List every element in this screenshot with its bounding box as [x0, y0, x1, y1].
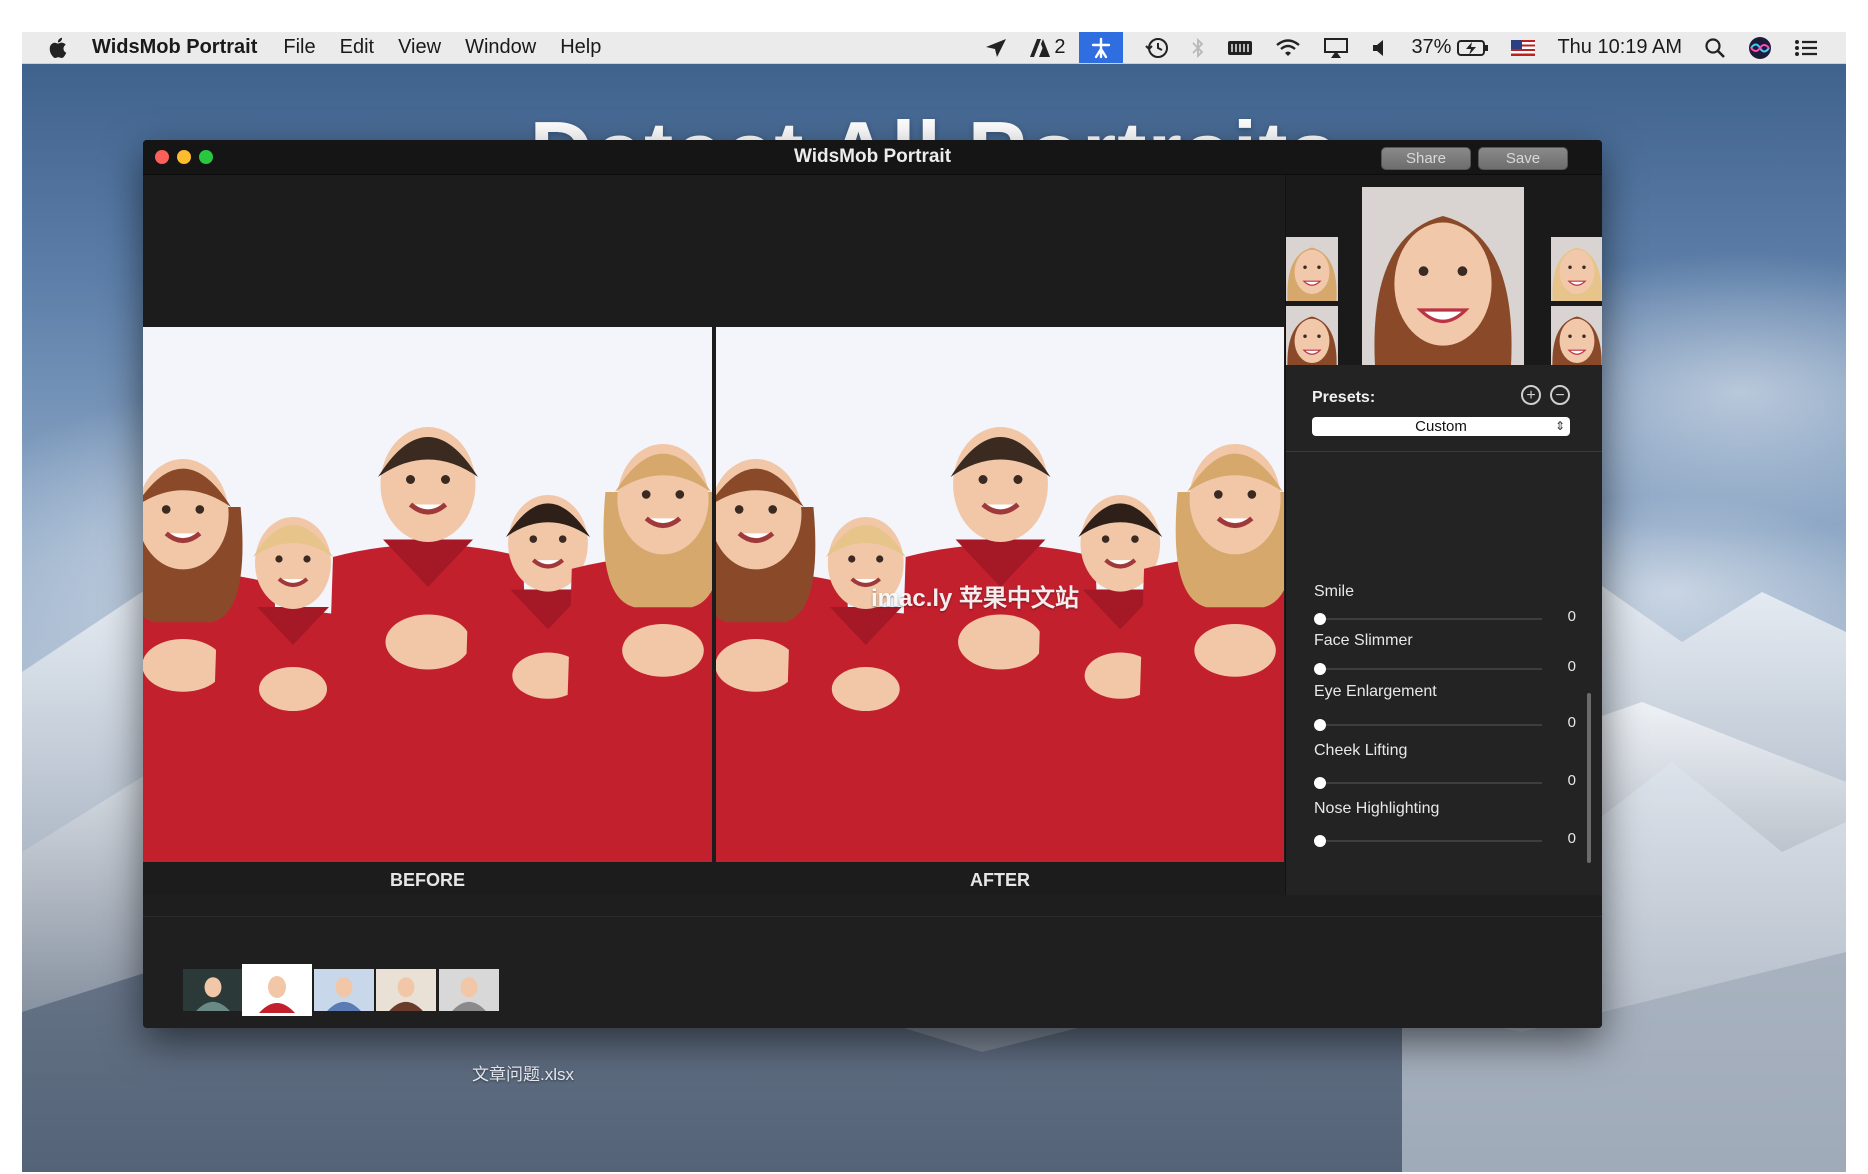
image-canvas: BEFORE AFTER — [143, 175, 1284, 895]
volume-icon[interactable] — [1371, 38, 1389, 58]
slider-label: Eye Enlargement — [1314, 683, 1437, 700]
wifi-icon[interactable] — [1275, 38, 1301, 58]
face-thumb-selected[interactable] — [1362, 187, 1524, 365]
slider-knob[interactable] — [1314, 719, 1326, 731]
battery-charging-icon[interactable] — [1457, 38, 1489, 58]
menu-help[interactable]: Help — [560, 36, 601, 59]
time-machine-icon[interactable] — [1145, 37, 1169, 59]
add-preset-icon[interactable]: + — [1521, 385, 1541, 405]
bluetooth-icon[interactable] — [1191, 37, 1205, 59]
scissors-icon[interactable] — [1079, 32, 1124, 63]
face-thumb-left[interactable] — [1286, 237, 1338, 365]
slider-track[interactable] — [1314, 835, 1542, 847]
panel-scrollbar[interactable] — [1587, 693, 1591, 863]
save-button[interactable]: Save — [1478, 147, 1568, 170]
slider-knob[interactable] — [1314, 613, 1326, 625]
portrait-thumb-1[interactable] — [181, 967, 245, 1013]
preset-select[interactable]: Custom ⇕ — [1312, 417, 1570, 436]
title-bar[interactable]: WidsMob Portrait Share Save — [143, 140, 1602, 175]
group-thumb[interactable] — [312, 967, 376, 1013]
menu-file[interactable]: File — [283, 36, 315, 59]
slider-knob[interactable] — [1314, 835, 1326, 847]
preset-value: Custom — [1415, 418, 1467, 435]
spotlight-search-icon[interactable] — [1704, 37, 1726, 59]
notif-count: 2 — [1054, 36, 1066, 58]
menu-edit[interactable]: Edit — [340, 36, 374, 59]
slider-value: 0 — [1567, 608, 1576, 625]
panel-divider — [1286, 451, 1602, 452]
slider-label: Face Slimmer — [1314, 632, 1413, 649]
battery-percent[interactable]: 37% — [1411, 36, 1451, 59]
menu-view[interactable]: View — [398, 36, 441, 59]
remove-preset-icon[interactable]: − — [1550, 385, 1570, 405]
desktop-file-label[interactable]: 文章问题.xlsx — [472, 1060, 574, 1085]
menu-bar: WidsMob Portrait File Edit View Window H… — [22, 32, 1846, 64]
menu-app-name[interactable]: WidsMob Portrait — [92, 36, 257, 59]
slider-label: Nose Highlighting — [1314, 800, 1440, 817]
slider-track[interactable] — [1314, 777, 1542, 789]
slider-label: Cheek Lifting — [1314, 742, 1408, 759]
woman-hat-thumb[interactable] — [374, 967, 438, 1013]
thumbnail-strip — [143, 916, 1602, 1028]
battery-cell-icon[interactable] — [1227, 38, 1253, 58]
slider-track[interactable] — [1314, 719, 1542, 731]
notification-list-icon[interactable] — [1794, 38, 1818, 58]
detected-faces — [1286, 175, 1602, 365]
menu-window[interactable]: Window — [465, 36, 536, 59]
presets-label: Presets: — [1312, 389, 1376, 406]
slider-track[interactable] — [1314, 613, 1542, 625]
before-label: BEFORE — [389, 870, 465, 890]
adobe-icon[interactable]: 2 — [1029, 36, 1065, 59]
status-area: 2 37% Thu 10:19 AM — [963, 32, 1818, 63]
slider-knob[interactable] — [1314, 663, 1326, 675]
us-flag-icon[interactable] — [1511, 39, 1536, 56]
before-photo — [143, 327, 712, 862]
adjust-panel: Presets: + − Custom ⇕ Smile 0 Face Slimmer… — [1285, 175, 1602, 895]
location-arrow-icon[interactable] — [985, 38, 1007, 58]
face-thumb-right[interactable] — [1551, 237, 1602, 365]
slider-value: 0 — [1567, 658, 1576, 675]
after-label: AFTER — [970, 870, 1030, 890]
siri-icon[interactable] — [1748, 36, 1772, 60]
slider-value: 0 — [1567, 772, 1576, 789]
slider-value: 0 — [1567, 714, 1576, 731]
slider-knob[interactable] — [1314, 777, 1326, 789]
slider-value: 0 — [1567, 830, 1576, 847]
clock[interactable]: Thu 10:19 AM — [1557, 36, 1682, 59]
share-button[interactable]: Share — [1381, 147, 1471, 170]
family-thumb[interactable] — [242, 964, 312, 1016]
apple-icon[interactable] — [48, 36, 70, 60]
slider-label: Smile — [1314, 583, 1355, 600]
chevron-updown-icon: ⇕ — [1554, 419, 1565, 433]
slider-track[interactable] — [1314, 663, 1542, 675]
watermark: imac.ly 苹果中文站 — [871, 585, 1080, 612]
airplay-icon[interactable] — [1323, 37, 1349, 59]
app-window: WidsMob Portrait Share Save BEFORE AFTER… — [143, 140, 1602, 1028]
elderly-thumb[interactable] — [437, 967, 501, 1013]
